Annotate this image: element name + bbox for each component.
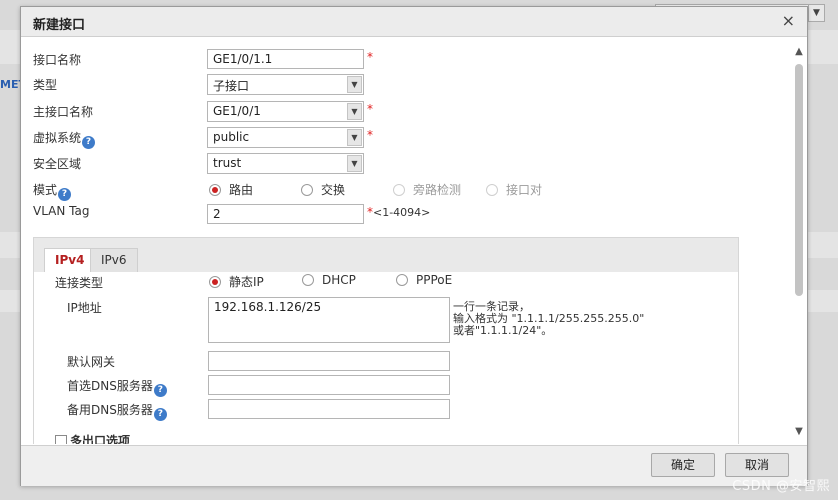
ip-hint-line: 或者"1.1.1.1/24"。: [453, 324, 553, 337]
main-interface-row: 主接口名称 GE1/0/1 ▼ *: [21, 100, 781, 124]
radio-icon: [393, 184, 405, 196]
conn-option-label: DHCP: [322, 273, 356, 287]
ok-button[interactable]: 确定: [651, 453, 715, 477]
conn-type-label: 连接类型: [55, 276, 104, 290]
dns2-input[interactable]: [208, 399, 450, 419]
mode-label-text: 模式: [33, 183, 58, 197]
dialog-body: 接口名称 GE1/0/1.1 * 类型 子接口 ▼ 主接口名称 GE1/0/1 …: [21, 38, 809, 444]
dialog-title: 新建接口: [33, 18, 86, 33]
mode-label: 模式?: [33, 181, 72, 201]
interface-name-input[interactable]: GE1/0/1.1: [207, 49, 364, 69]
scroll-up-icon[interactable]: ▲: [793, 46, 805, 58]
type-label: 类型: [33, 78, 58, 92]
dns2-label: 备用DNS服务器?: [67, 401, 167, 421]
vsys-row: 虚拟系统? public ▼ *: [21, 126, 781, 150]
mode-option-label: 旁路检测: [413, 183, 462, 197]
close-icon[interactable]: ×: [782, 12, 795, 30]
vlan-row: VLAN Tag 2 * <1-4094>: [21, 201, 781, 225]
radio-selected-icon: [209, 276, 221, 288]
interface-name-label: 接口名称: [33, 53, 82, 67]
mode-row: 模式? 路由 交换 旁路检测 接口对: [21, 178, 781, 202]
zone-select[interactable]: trust ▼: [207, 153, 364, 174]
radio-icon: [302, 274, 314, 286]
new-interface-dialog: 新建接口 × 接口名称 GE1/0/1.1 * 类型 子接口 ▼ 主接口名称 G…: [20, 6, 808, 486]
main-interface-select[interactable]: GE1/0/1 ▼: [207, 101, 364, 122]
help-icon[interactable]: ?: [58, 188, 72, 201]
multi-egress-checkbox[interactable]: 多出口选项: [55, 432, 130, 444]
zone-row: 安全区域 trust ▼: [21, 152, 781, 176]
chevron-down-icon: ▼: [347, 76, 362, 93]
zone-label: 安全区域: [33, 157, 82, 171]
ipv4-content: 连接类型 静态IP DHCP PPPoE IP地址 192.168.1.126/…: [34, 272, 738, 444]
dns1-label-text: 首选DNS服务器: [67, 379, 153, 393]
chevron-down-icon: ▼: [808, 5, 824, 21]
tab-ipv6[interactable]: IPv6: [90, 248, 138, 272]
gateway-input[interactable]: [208, 351, 450, 371]
type-row: 类型 子接口 ▼: [21, 73, 781, 97]
vlan-range-hint: <1-4094>: [373, 206, 431, 219]
scroll-thumb[interactable]: [795, 64, 803, 296]
radio-icon: [301, 184, 313, 196]
required-mark: *: [367, 102, 373, 116]
help-icon[interactable]: ?: [153, 408, 167, 421]
main-interface-label: 主接口名称: [33, 105, 94, 119]
ip-label: IP地址: [67, 301, 102, 315]
dialog-header: 新建接口 ×: [21, 7, 807, 37]
vlan-label: VLAN Tag: [33, 204, 90, 218]
type-select-value: 子接口: [213, 79, 250, 93]
dialog-scrollbar[interactable]: ▲ ▼: [793, 46, 805, 438]
dns2-label-text: 备用DNS服务器: [67, 403, 153, 417]
watermark: CSDN @安智熙: [732, 479, 830, 494]
ip-format-hint: 一行一条记录， 输入格式为 "1.1.1.1/255.255.255.0" 或者…: [453, 301, 644, 337]
ip-tab-panel: IPv4 IPv6 连接类型 静态IP DHCP PPPoE IP地址 192.…: [33, 237, 739, 444]
conn-radio-static[interactable]: 静态IP: [209, 273, 264, 290]
mode-option-label: 交换: [321, 183, 346, 197]
multi-egress-label: 多出口选项: [70, 434, 131, 444]
vlan-input[interactable]: 2: [207, 204, 364, 224]
type-select[interactable]: 子接口 ▼: [207, 74, 364, 95]
main-interface-select-value: GE1/0/1: [213, 104, 261, 118]
dialog-footer: 确定 取消: [21, 445, 807, 486]
conn-option-label: 静态IP: [229, 275, 264, 289]
tab-ipv4[interactable]: IPv4: [44, 248, 96, 273]
conn-option-label: PPPoE: [416, 273, 453, 287]
mode-option-label: 接口对: [506, 183, 543, 197]
radio-selected-icon: [209, 184, 221, 196]
interface-name-row: 接口名称 GE1/0/1.1 *: [21, 48, 781, 72]
radio-icon: [396, 274, 408, 286]
dns1-input[interactable]: [208, 375, 450, 395]
required-mark: *: [367, 50, 373, 64]
vsys-select[interactable]: public ▼: [207, 127, 364, 148]
conn-radio-dhcp[interactable]: DHCP: [302, 273, 356, 287]
ip-textarea[interactable]: 192.168.1.126/25: [208, 297, 450, 343]
scroll-down-icon[interactable]: ▼: [793, 426, 805, 438]
cancel-button[interactable]: 取消: [725, 453, 789, 477]
vsys-label: 虚拟系统?: [33, 129, 96, 149]
chevron-down-icon: ▼: [347, 129, 362, 146]
required-mark: *: [367, 128, 373, 142]
checkbox-icon: [55, 435, 67, 444]
zone-select-value: trust: [213, 156, 242, 170]
gateway-label: 默认网关: [67, 355, 116, 369]
mode-option-label: 路由: [229, 183, 254, 197]
mode-radio-pair: 接口对: [486, 181, 542, 198]
dns1-label: 首选DNS服务器?: [67, 377, 167, 397]
mode-radio-route[interactable]: 路由: [209, 181, 253, 198]
help-icon[interactable]: ?: [82, 136, 96, 149]
help-icon[interactable]: ?: [153, 384, 167, 397]
radio-icon: [486, 184, 498, 196]
vsys-label-text: 虚拟系统: [33, 131, 82, 145]
mode-radio-switch[interactable]: 交换: [301, 181, 345, 198]
mode-radio-bypass: 旁路检测: [393, 181, 461, 198]
conn-radio-pppoe[interactable]: PPPoE: [396, 273, 452, 287]
chevron-down-icon: ▼: [347, 103, 362, 120]
chevron-down-icon: ▼: [347, 155, 362, 172]
vsys-select-value: public: [213, 130, 250, 144]
